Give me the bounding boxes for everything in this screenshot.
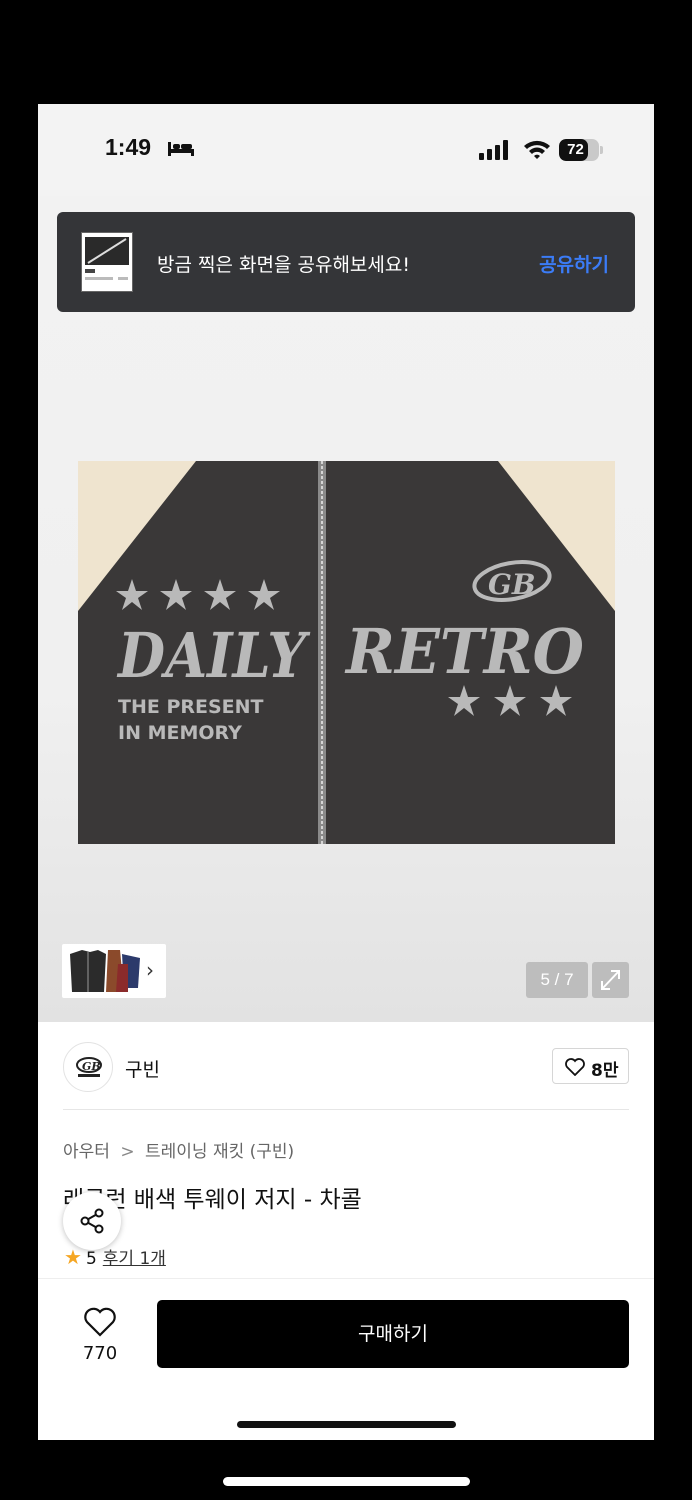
chevron-right-icon: › bbox=[146, 958, 154, 982]
status-time: 1:49 bbox=[105, 134, 152, 160]
thumbnail-strip bbox=[70, 950, 140, 992]
home-indicator[interactable] bbox=[237, 1421, 456, 1428]
cellular-icon bbox=[479, 140, 508, 160]
brand-name[interactable]: 구빈 bbox=[125, 1055, 160, 1082]
color-thumbnails[interactable]: › bbox=[62, 944, 166, 998]
breadcrumb-item[interactable]: 아우터 bbox=[63, 1142, 110, 1162]
brand-logo-text: GB bbox=[82, 1060, 101, 1073]
share-toast: 방금 찍은 화면을 공유해보세요! 공유하기 bbox=[57, 212, 635, 312]
share-icon bbox=[80, 1208, 104, 1234]
screenshot-thumbnail[interactable] bbox=[81, 232, 133, 292]
star-icon: ★ bbox=[64, 1245, 82, 1269]
status-bar: 1:49 72 bbox=[38, 104, 654, 196]
divider bbox=[63, 1109, 629, 1110]
print-sub-2: IN MEMORY bbox=[118, 722, 242, 744]
product-image[interactable]: GB DAILY RETRO THE PRESENT IN MEMORY bbox=[78, 461, 615, 844]
expand-icon bbox=[601, 970, 620, 990]
brand-logo[interactable]: GB bbox=[63, 1042, 113, 1092]
battery-icon: 72 bbox=[559, 139, 603, 161]
toast-message: 방금 찍은 화면을 공유해보세요! bbox=[157, 254, 410, 276]
home-indicator-outer[interactable] bbox=[223, 1477, 470, 1486]
phone-screen: 1:49 72 방금 찍은 화면을 공유해보세요! 공유하기 GB DAILY … bbox=[38, 104, 654, 1440]
wishlist-button[interactable]: 770 bbox=[78, 1303, 122, 1364]
heart-icon bbox=[84, 1307, 116, 1337]
print-word-daily: DAILY bbox=[116, 619, 311, 692]
wifi-icon bbox=[524, 140, 550, 159]
rating-row: ★ 5 후기 1개 bbox=[64, 1244, 166, 1269]
breadcrumb-separator: > bbox=[120, 1142, 135, 1162]
product-info: GB 구빈 8만 아우터 > 트레이닝 재킷 (구빈) 래글런 배색 투웨이 저… bbox=[38, 1022, 654, 1278]
breadcrumb: 아우터 > 트레이닝 재킷 (구빈) bbox=[63, 1137, 294, 1162]
rating-value: 5 bbox=[85, 1249, 97, 1269]
brand-print-logo: GB bbox=[488, 568, 536, 601]
image-counter: 5 / 7 bbox=[526, 962, 588, 998]
print-sub-1: THE PRESENT bbox=[118, 696, 264, 718]
purchase-bar: 770 구매하기 bbox=[38, 1278, 654, 1440]
product-gallery[interactable]: 방금 찍은 화면을 공유해보세요! 공유하기 GB DAILY RETRO TH… bbox=[38, 196, 654, 1022]
expand-button[interactable] bbox=[592, 962, 629, 998]
bed-icon bbox=[168, 142, 194, 156]
review-link[interactable]: 후기 1개 bbox=[103, 1249, 166, 1269]
heart-icon bbox=[565, 1058, 585, 1076]
share-button[interactable] bbox=[63, 1192, 121, 1250]
buy-button[interactable]: 구매하기 bbox=[157, 1300, 629, 1368]
share-action-button[interactable]: 공유하기 bbox=[539, 250, 609, 277]
wishlist-count: 770 bbox=[82, 1343, 118, 1364]
breadcrumb-item[interactable]: 트레이닝 재킷 (구빈) bbox=[145, 1142, 294, 1162]
battery-level: 72 bbox=[567, 141, 584, 158]
print-word-retro: RETRO bbox=[344, 615, 584, 688]
brand-like-count: 8만 bbox=[591, 1061, 619, 1081]
brand-like-button[interactable]: 8만 bbox=[552, 1048, 629, 1084]
